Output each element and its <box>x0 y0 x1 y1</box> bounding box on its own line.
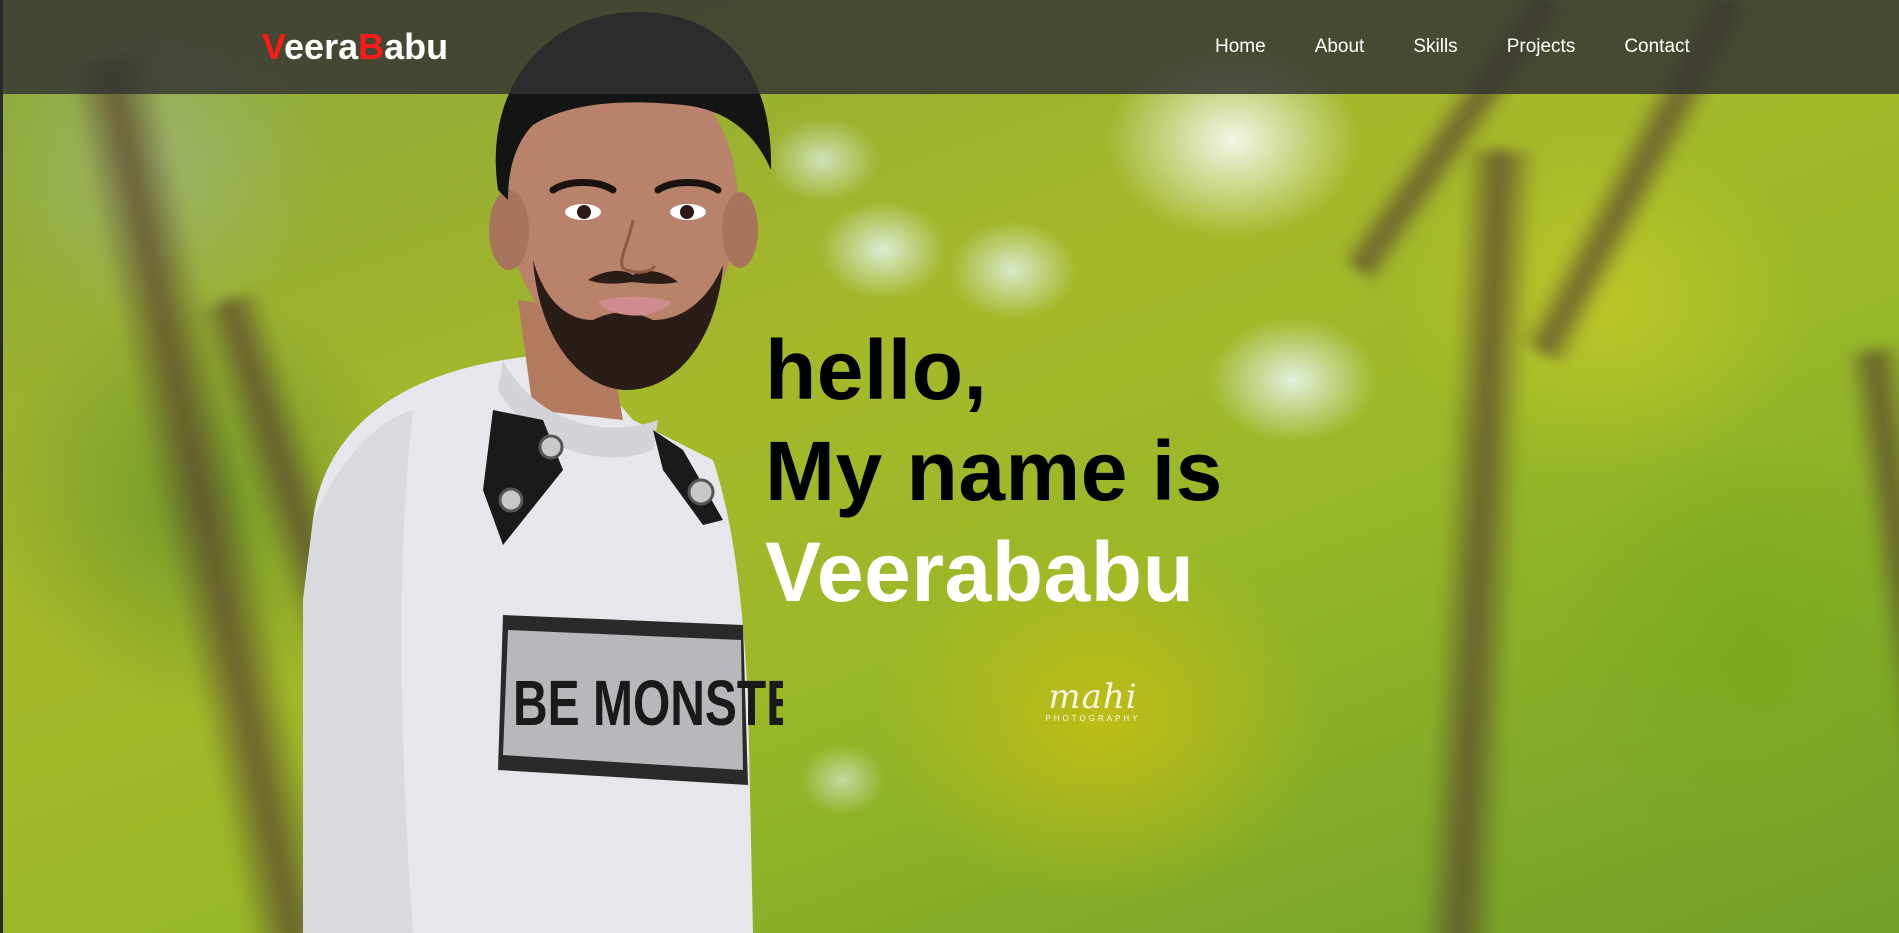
nav-link-about[interactable]: About <box>1315 36 1365 58</box>
nav-link-projects[interactable]: Projects <box>1507 36 1576 58</box>
nav-link-skills[interactable]: Skills <box>1413 36 1457 58</box>
watermark-script: mahi <box>1048 677 1138 717</box>
navbar: VeeraBabu Home About Skills Projects Con… <box>3 0 1899 94</box>
logo-text-first: eera <box>284 26 359 67</box>
hero-greeting: hello, <box>765 323 988 417</box>
hero-heading: hello, My name is Veerababu <box>765 320 1223 623</box>
portrait-photo: BE MONSTER <box>303 11 783 933</box>
logo-text-second: abu <box>384 26 449 67</box>
hero-intro: My name is <box>765 424 1223 518</box>
background-tree-trunk <box>1843 345 1899 933</box>
logo-initial-second: B <box>358 26 385 67</box>
photographer-watermark: mahi PHOTOGRAPHY <box>1023 680 1163 723</box>
nav-link-home[interactable]: Home <box>1215 36 1266 58</box>
logo-initial-first: V <box>262 26 285 67</box>
background-tree-trunk <box>1421 148 1538 933</box>
hero-name: Veerababu <box>765 525 1195 619</box>
nav-link-contact[interactable]: Contact <box>1624 36 1689 58</box>
nav-menu: Home About Skills Projects Contact <box>1215 36 1739 58</box>
site-logo[interactable]: VeeraBabu <box>262 26 448 68</box>
watermark-subtitle: PHOTOGRAPHY <box>1045 714 1141 723</box>
svg-text:BE MONSTER: BE MONSTER <box>513 667 783 738</box>
hero-page: BE MONSTER hello, My name is Veerababu m… <box>0 0 1899 933</box>
